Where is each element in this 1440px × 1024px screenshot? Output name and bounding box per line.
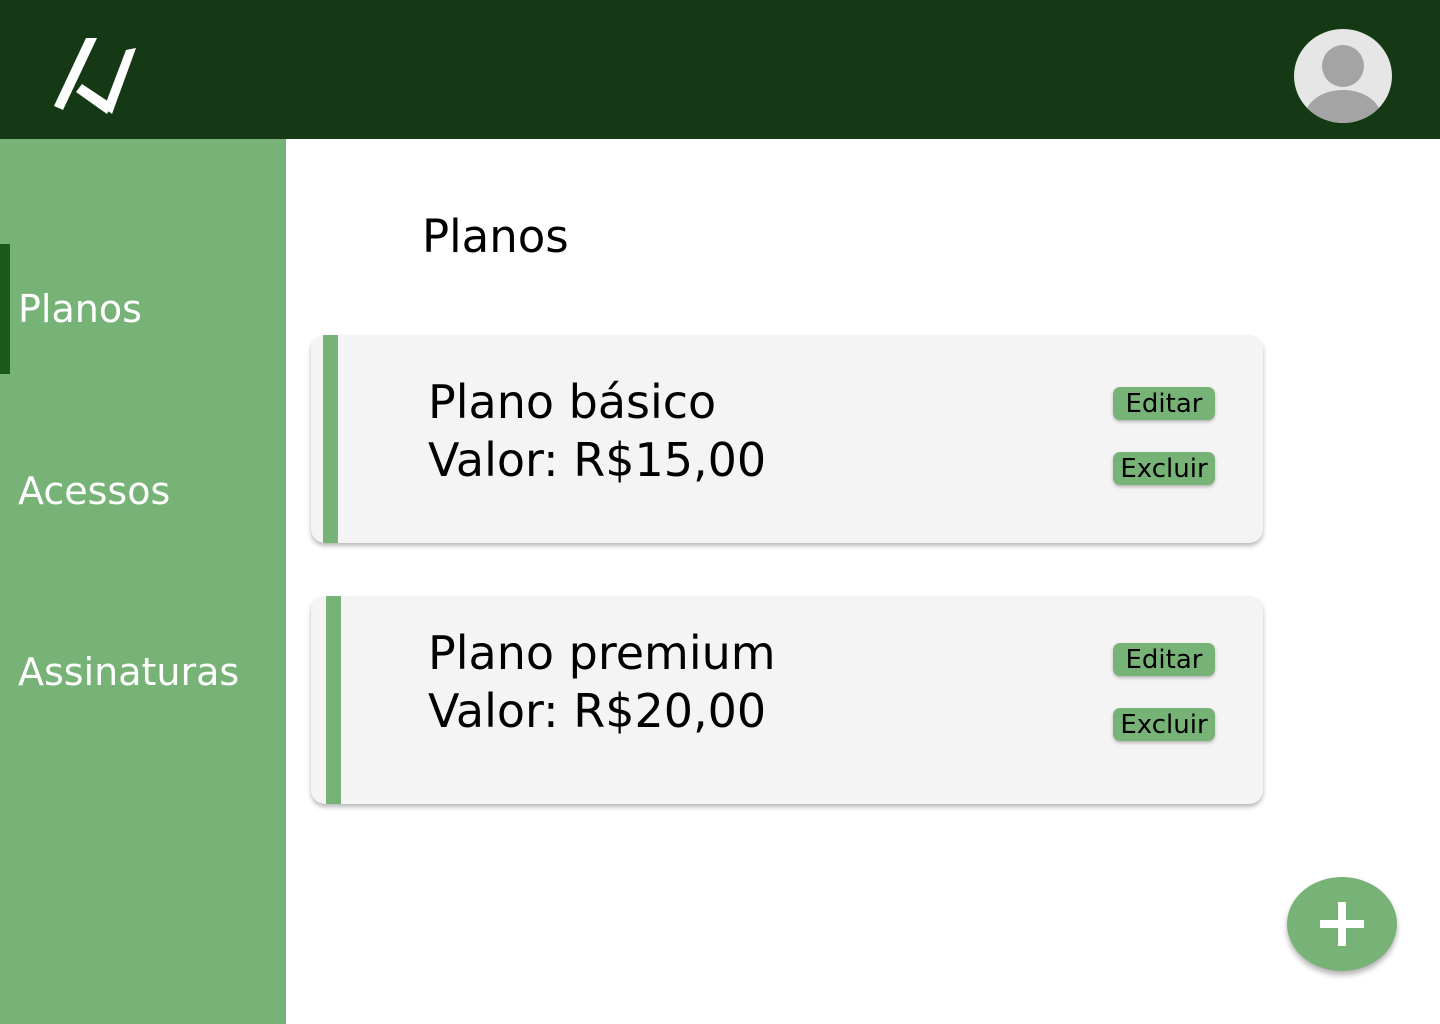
plan-value: Valor: R$20,00: [428, 684, 767, 738]
top-bar: [0, 0, 1440, 139]
delete-button[interactable]: Excluir: [1113, 452, 1215, 485]
plan-name: Plano básico: [428, 375, 717, 429]
arrow-n-logo-icon[interactable]: [52, 36, 138, 116]
page-title: Planos: [422, 210, 569, 263]
sidebar: Planos Acessos Assinaturas: [0, 139, 286, 1024]
sidebar-item-label: Assinaturas: [18, 650, 240, 694]
sidebar-item-label: Acessos: [18, 469, 171, 513]
plan-value: Valor: R$15,00: [428, 433, 767, 487]
card-accent-bar: [323, 335, 338, 543]
sidebar-item-acessos[interactable]: Acessos: [0, 426, 286, 556]
sidebar-item-label: Planos: [18, 287, 142, 331]
user-avatar-icon[interactable]: [1294, 29, 1392, 123]
plan-name: Plano premium: [428, 626, 776, 680]
delete-button[interactable]: Excluir: [1113, 708, 1215, 741]
plan-card: Plano básico Valor: R$15,00 Editar Exclu…: [311, 335, 1263, 543]
edit-button[interactable]: Editar: [1113, 643, 1215, 676]
sidebar-item-planos[interactable]: Planos: [0, 244, 286, 374]
edit-button[interactable]: Editar: [1113, 387, 1215, 420]
plus-icon: [1320, 902, 1364, 946]
add-plan-button[interactable]: [1287, 877, 1397, 971]
card-accent-bar: [326, 596, 341, 804]
sidebar-item-assinaturas[interactable]: Assinaturas: [0, 607, 286, 737]
plan-card: Plano premium Valor: R$20,00 Editar Excl…: [311, 596, 1263, 804]
